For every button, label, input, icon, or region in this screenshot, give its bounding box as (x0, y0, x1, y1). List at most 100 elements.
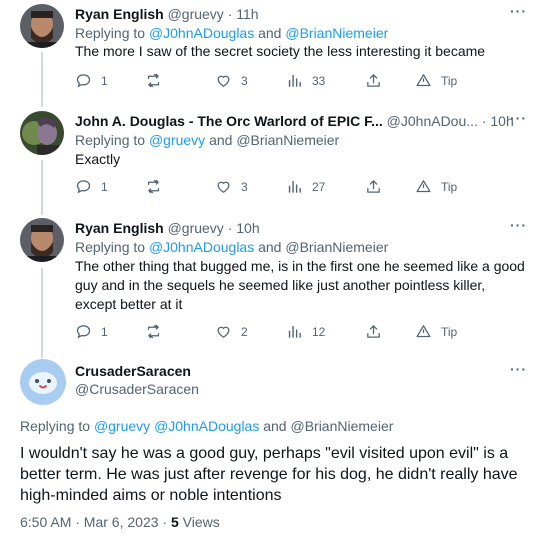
separator: · (227, 6, 233, 22)
user-handle[interactable]: @J0hnADou... (387, 113, 478, 129)
mention-link[interactable]: @J0hnADouglas (149, 25, 254, 41)
timestamp[interactable]: 10h (236, 220, 259, 236)
separator: · (481, 113, 487, 129)
tip-label: Tip (441, 73, 458, 88)
action-bar: 1 2 12 Tip (75, 323, 475, 343)
share-button[interactable] (365, 72, 391, 89)
user-handle[interactable]: @gruevy (168, 220, 224, 236)
like-count: 3 (241, 73, 248, 88)
reply-button[interactable]: 1 (75, 72, 108, 89)
heart-icon (217, 181, 230, 193)
replying-prefix: Replying to (20, 418, 91, 434)
tweet-meta: 6:50 AM · Mar 6, 2023 · 5 Views (20, 514, 220, 530)
share-button[interactable] (365, 323, 391, 340)
more-dots-icon[interactable]: ··· (510, 217, 527, 233)
retweet-button[interactable] (145, 178, 171, 195)
share-icon (367, 74, 380, 87)
timestamp[interactable]: 6:50 AM · Mar 6, 2023 · (20, 514, 167, 530)
replying-prefix: Replying to (75, 239, 146, 255)
tip-icon (416, 74, 431, 87)
share-icon (367, 180, 380, 193)
like-button[interactable]: 3 (215, 72, 248, 89)
tip-label: Tip (441, 179, 458, 194)
more-dots-icon[interactable]: ··· (510, 361, 527, 377)
and-word: and (263, 418, 287, 434)
mention-link[interactable]: @J0hnADouglas (149, 239, 254, 255)
views-count: 33 (312, 73, 326, 88)
reply-button[interactable]: 1 (75, 323, 108, 340)
avatar[interactable] (20, 4, 64, 48)
views-button[interactable]: 27 (286, 178, 325, 195)
mention-link[interactable]: @J0hnADouglas (154, 418, 259, 434)
replying-prefix: Replying to (75, 132, 146, 148)
tweet-text: The other thing that bugged me, is in th… (75, 258, 525, 312)
tweet[interactable]: Ryan English @gruevy · 11h ··· Replying … (0, 3, 545, 105)
retweet-button[interactable] (145, 72, 171, 89)
mention-link[interactable]: @BrianNiemeier (236, 132, 339, 148)
display-name[interactable]: CrusaderSaracen (75, 363, 191, 379)
and-word: and (258, 239, 282, 255)
tweet-header: John A. Douglas - The Orc Warlord of EPI… (75, 112, 514, 130)
more-dots-icon[interactable]: ··· (510, 110, 527, 126)
heart-icon (217, 326, 230, 338)
reply-button[interactable]: 1 (75, 178, 108, 195)
action-bar: 1 3 33 Tip (75, 72, 475, 92)
views-count: 12 (312, 324, 326, 339)
display-name[interactable]: Ryan English (75, 6, 164, 22)
tip-icon (416, 325, 431, 338)
tip-button[interactable]: Tip (415, 178, 457, 195)
mention-link[interactable]: @BrianNiemeier (290, 418, 393, 434)
user-handle[interactable]: @CrusaderSaracen (75, 381, 199, 397)
timestamp[interactable]: 11h (236, 6, 258, 22)
reply-icon (76, 325, 91, 339)
replying-prefix: Replying to (75, 25, 146, 41)
reply-count: 1 (101, 179, 108, 194)
replying-to: Replying to @J0hnADouglas and @BrianNiem… (75, 238, 388, 256)
views-count: 5 (170, 514, 179, 530)
views-button[interactable]: 12 (286, 323, 325, 340)
mention-link[interactable]: @BrianNiemeier (285, 239, 388, 255)
views-button[interactable]: 33 (286, 72, 325, 89)
user-handle[interactable]: @gruevy (168, 6, 224, 22)
tweet-text: The more I saw of the secret society the… (75, 43, 486, 59)
like-button[interactable]: 2 (215, 323, 248, 340)
main-tweet: CrusaderSaracen @CrusaderSaracen ··· Rep… (0, 359, 545, 544)
avatar[interactable] (20, 111, 64, 155)
and-word: and (258, 25, 282, 41)
views-bar-icon (288, 74, 301, 87)
replying-to: Replying to @J0hnADouglas and @BrianNiem… (75, 24, 388, 42)
separator: · (227, 220, 233, 236)
tweet-text: I wouldn't say he was a good guy, perhap… (20, 445, 518, 504)
reply-icon (76, 180, 91, 194)
reply-count: 1 (101, 324, 108, 339)
more-dots-icon[interactable]: ··· (510, 3, 527, 19)
avatar[interactable] (20, 218, 64, 262)
replying-to: Replying to @gruevy and @BrianNiemeier (75, 131, 339, 149)
tip-button[interactable]: Tip (415, 72, 457, 89)
mention-link[interactable]: @gruevy (94, 418, 150, 434)
tweet[interactable]: John A. Douglas - The Orc Warlord of EPI… (0, 110, 545, 212)
share-button[interactable] (365, 178, 391, 195)
avatar[interactable] (20, 359, 66, 405)
tip-label: Tip (441, 324, 458, 339)
retweet-button[interactable] (145, 323, 171, 340)
heart-icon (217, 75, 230, 87)
tweet-header: Ryan English @gruevy · 10h (75, 219, 260, 237)
display-name[interactable]: John A. Douglas - The Orc Warlord of EPI… (75, 113, 383, 129)
reply-count: 1 (101, 73, 108, 88)
mention-link[interactable]: @BrianNiemeier (285, 25, 388, 41)
retweet-icon (147, 324, 160, 339)
tweet-header: Ryan English @gruevy · 11h (75, 5, 259, 23)
like-button[interactable]: 3 (215, 178, 248, 195)
tweet[interactable]: Ryan English @gruevy · 10h ··· Replying … (0, 217, 545, 349)
views-bar-icon (288, 180, 301, 193)
replying-to: Replying to @gruevy @J0hnADouglas and @B… (20, 418, 393, 434)
tip-icon (416, 180, 431, 193)
tip-button[interactable]: Tip (415, 323, 457, 340)
mention-link[interactable]: @gruevy (149, 132, 205, 148)
views-label: Views (182, 514, 220, 530)
views-count: 27 (312, 179, 326, 194)
display-name[interactable]: Ryan English (75, 220, 164, 236)
like-count: 3 (241, 179, 248, 194)
action-bar: 1 3 27 Tip (75, 178, 475, 198)
